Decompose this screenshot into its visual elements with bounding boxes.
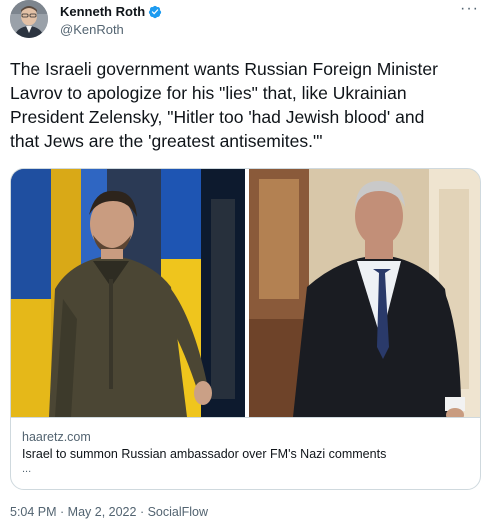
name-row: Kenneth Roth xyxy=(60,4,162,19)
timestamp-separator-2: · xyxy=(136,505,148,519)
timestamp-separator: · xyxy=(56,505,68,519)
more-options-icon[interactable]: ··· xyxy=(460,0,479,18)
card-description: ... xyxy=(22,463,32,475)
card-image-right xyxy=(249,169,480,417)
card-domain: haaretz.com xyxy=(22,430,91,444)
tweet-text: The Israeli government wants Russian For… xyxy=(10,59,438,151)
tweet-header: Kenneth Roth @KenRoth ··· xyxy=(10,0,481,52)
tweet-timestamp: 5:04 PM · May 2, 2022 · SocialFlow xyxy=(10,505,208,519)
tweet-time[interactable]: 5:04 PM xyxy=(10,505,57,519)
tweet-source[interactable]: SocialFlow xyxy=(148,505,208,519)
card-title: Israel to summon Russian ambassador over… xyxy=(22,447,387,461)
avatar-image xyxy=(10,0,48,38)
card-image-left xyxy=(11,169,245,417)
link-card[interactable]: haaretz.com Israel to summon Russian amb… xyxy=(10,168,481,490)
user-handle[interactable]: @KenRoth xyxy=(60,22,124,37)
tweet-date[interactable]: May 2, 2022 xyxy=(68,505,137,519)
card-meta: haaretz.com Israel to summon Russian amb… xyxy=(11,417,480,489)
verified-badge-icon xyxy=(149,5,162,18)
avatar[interactable] xyxy=(10,0,48,38)
card-images xyxy=(11,169,480,417)
display-name[interactable]: Kenneth Roth xyxy=(60,4,145,19)
